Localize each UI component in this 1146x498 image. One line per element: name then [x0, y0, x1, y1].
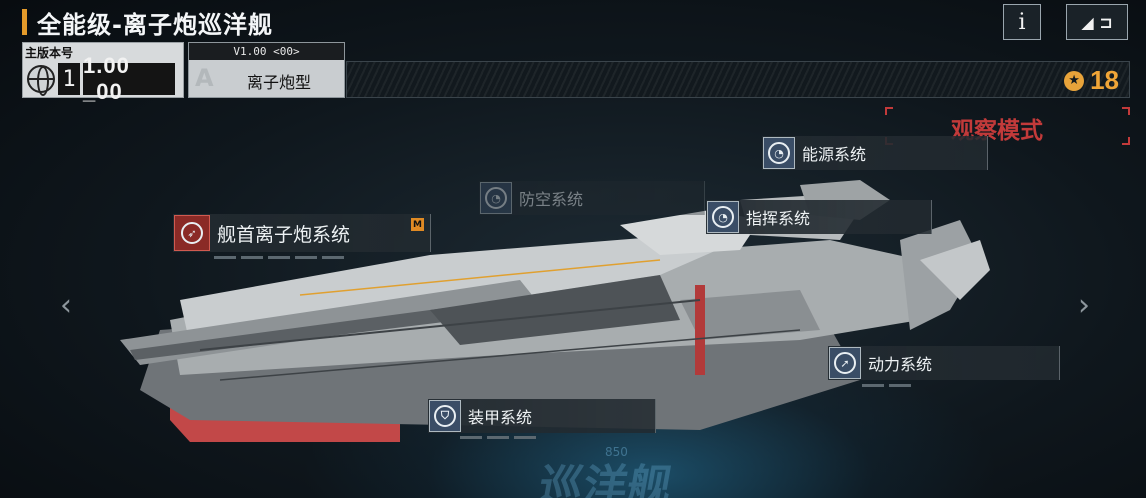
- system-command[interactable]: ◔ 指挥系统: [706, 200, 932, 234]
- corner-bracket: [1122, 107, 1130, 115]
- star-counter: ★ 18: [1064, 65, 1119, 96]
- bow-ion-level-bars: [214, 256, 344, 259]
- title-bar: 全能级-离子炮巡洋舰: [22, 6, 273, 39]
- version-row: 1 1.00 _00: [27, 53, 175, 104]
- previous-ship-arrow-icon[interactable]: ‹: [60, 288, 72, 323]
- system-power[interactable]: ➚ 动力系统: [828, 346, 1060, 380]
- variant-letter: A: [195, 64, 214, 92]
- star-count: 18: [1090, 65, 1119, 95]
- info-strip: ★ 18: [346, 61, 1130, 98]
- system-antiair-label: 防空系统: [519, 190, 584, 209]
- title-accent-bar: [22, 9, 27, 35]
- version-label: 主版本号: [25, 46, 74, 60]
- antiair-system-icon: ◔: [480, 182, 512, 214]
- system-armor[interactable]: ⛉ 装甲系统: [428, 399, 656, 433]
- page-title: 全能级-离子炮巡洋舰: [37, 10, 273, 39]
- system-antiair[interactable]: ◔ 防空系统: [479, 181, 705, 215]
- corner-bracket: [885, 107, 893, 115]
- star-badge-icon: ★: [1064, 70, 1085, 91]
- armor-shield-icon: ⛉: [429, 400, 461, 432]
- globe-icon: [27, 65, 55, 96]
- module-tag: M: [411, 218, 424, 231]
- power-system-icon: ➚: [829, 347, 861, 379]
- version-minor: 1.00 _00: [83, 53, 175, 104]
- info-button[interactable]: i: [1003, 4, 1041, 40]
- variant-name: 离子炮型: [246, 73, 311, 92]
- system-armor-label: 装甲系统: [468, 408, 533, 427]
- variant-version-tag: V1.00 <00>: [189, 43, 344, 60]
- version-panel: 主版本号 1 1.00 _00: [22, 42, 184, 104]
- system-power-label: 动力系统: [868, 355, 933, 374]
- system-command-label: 指挥系统: [746, 209, 811, 228]
- system-bow-ion-cannon[interactable]: ➶ 舰首离子炮系统 M: [173, 214, 431, 252]
- system-energy-label: 能源系统: [802, 145, 867, 164]
- power-level-bars: [862, 384, 911, 387]
- system-bow-ion-label: 舰首离子炮系统: [217, 223, 351, 246]
- cannon-shell-icon: ➶: [174, 215, 210, 251]
- next-ship-arrow-icon[interactable]: ›: [1078, 288, 1090, 323]
- corner-bracket: [1122, 137, 1130, 145]
- energy-system-icon: ◔: [763, 137, 795, 169]
- variant-selector[interactable]: V1.00 <00> A 离子炮型: [188, 42, 345, 98]
- system-energy[interactable]: ◔ 能源系统: [762, 136, 988, 170]
- armor-level-bars: [460, 436, 536, 439]
- version-major: 1: [58, 63, 80, 95]
- back-button[interactable]: ◢ ⊐: [1066, 4, 1128, 40]
- command-system-icon: ◔: [707, 201, 739, 233]
